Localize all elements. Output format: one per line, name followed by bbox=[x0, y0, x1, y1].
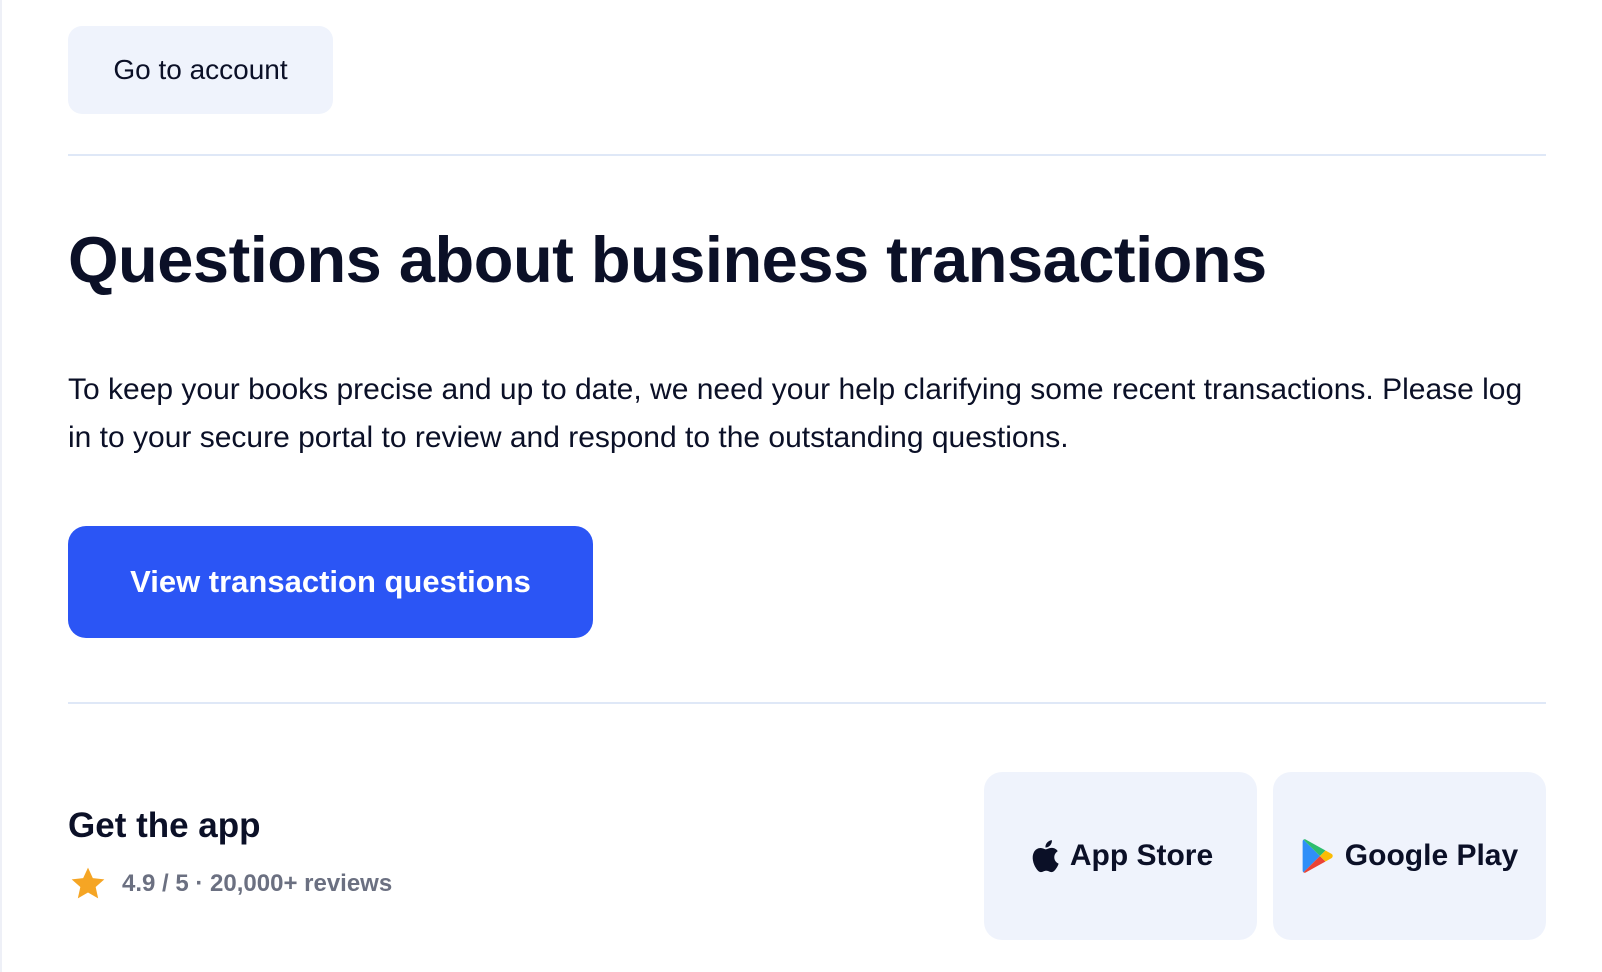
apple-icon bbox=[1032, 840, 1059, 873]
google-play-label: Google Play bbox=[1344, 839, 1519, 872]
google-play-icon bbox=[1302, 839, 1333, 873]
star-icon bbox=[71, 867, 105, 899]
go-to-account-button[interactable]: Go to account bbox=[68, 26, 333, 114]
top-divider bbox=[68, 154, 1546, 156]
google-play-button[interactable]: Google Play bbox=[1273, 772, 1546, 940]
body-text: To keep your books precise and up to dat… bbox=[68, 373, 1523, 454]
page-title: Questions about business transactions bbox=[68, 223, 1267, 296]
middle-divider bbox=[68, 702, 1546, 704]
view-transaction-questions-button[interactable]: View transaction questions bbox=[68, 526, 593, 638]
email-page: Go to account Questions about business t… bbox=[0, 0, 1602, 972]
rating-text: 4.9 / 5 · 20,000+ reviews bbox=[122, 870, 393, 897]
app-store-label: App Store bbox=[1069, 839, 1214, 872]
app-store-button[interactable]: App Store bbox=[984, 772, 1257, 940]
get-the-app-heading: Get the app bbox=[68, 806, 261, 845]
app-rating: 4.9 / 5 · 20,000+ reviews bbox=[68, 864, 392, 904]
